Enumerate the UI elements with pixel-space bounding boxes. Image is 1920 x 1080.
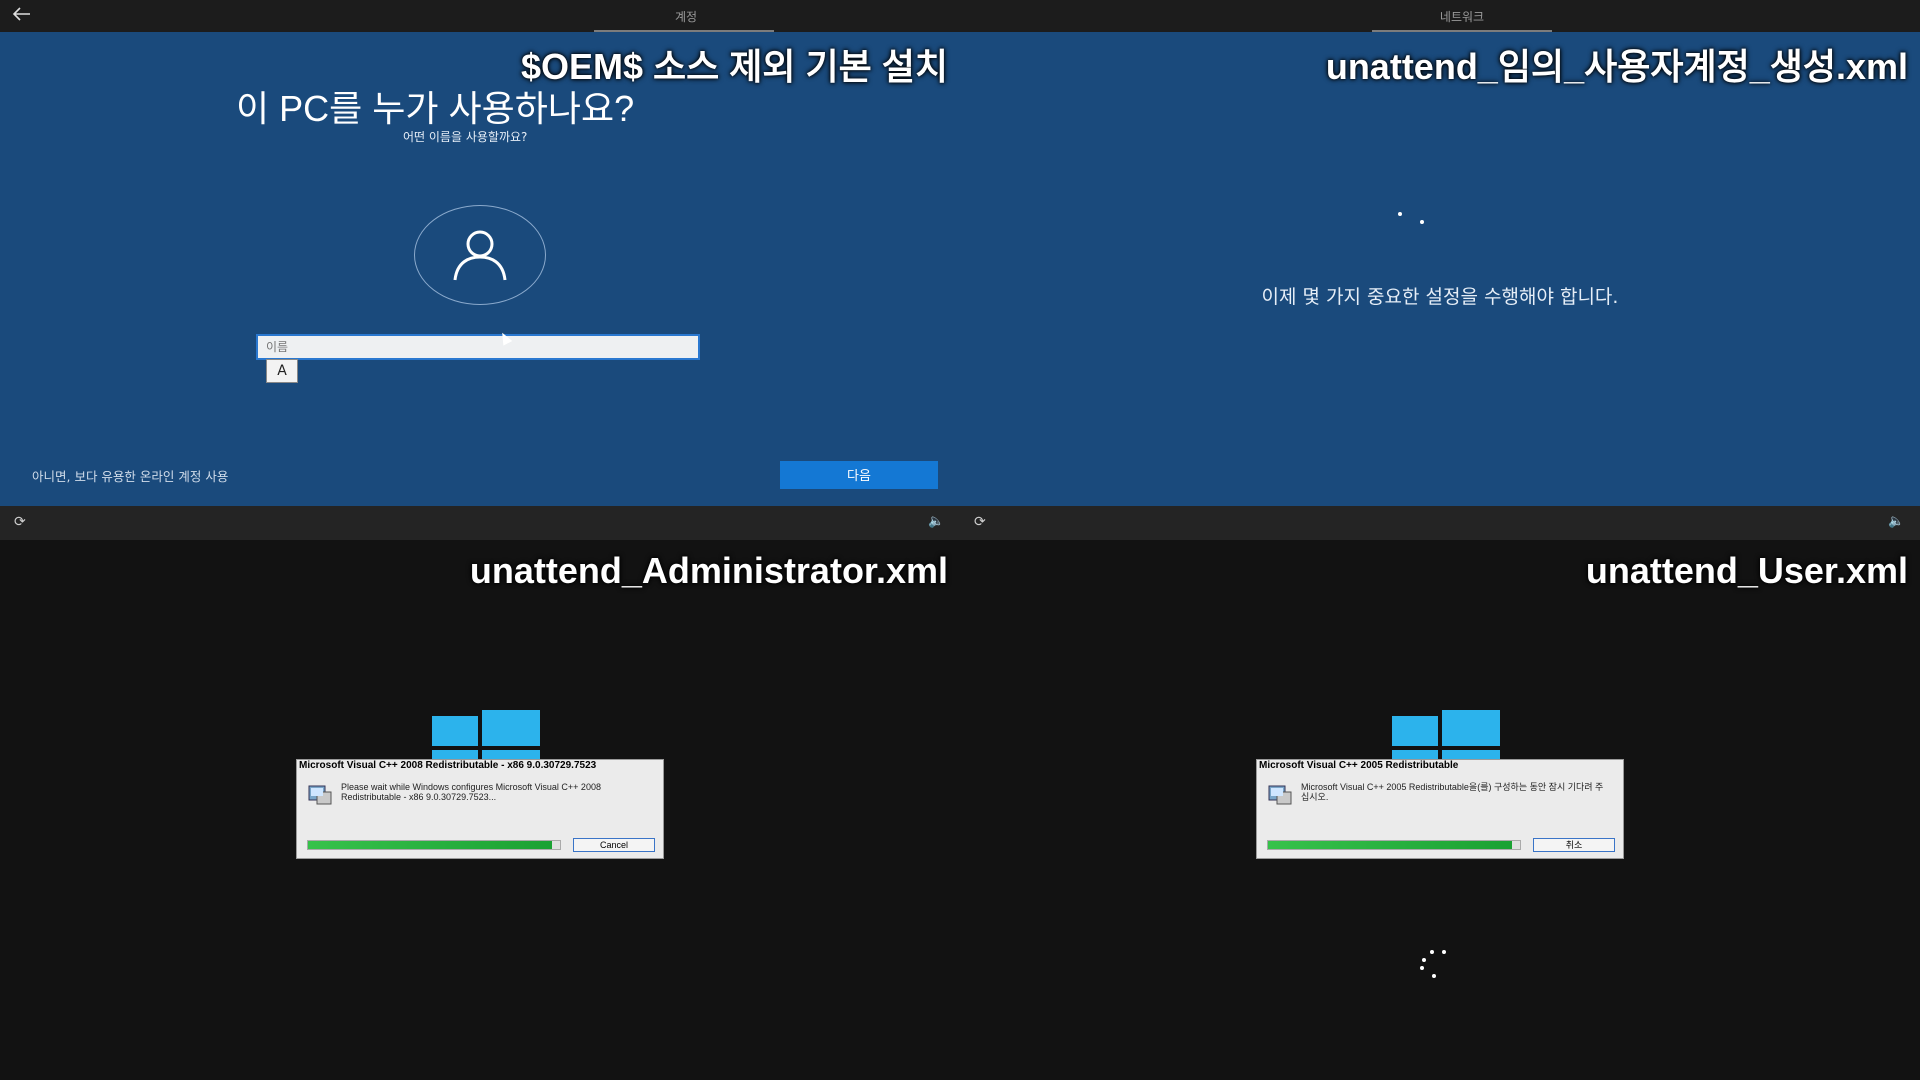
tab-account: 계정 [674, 10, 698, 24]
overlay-title: unattend_User.xml [1585, 550, 1908, 591]
ease-of-access-icon[interactable]: ⟳ [974, 514, 986, 530]
dialog-title: Microsoft Visual C++ 2005 Redistributabl… [1259, 760, 1459, 771]
tab-indicator [594, 30, 774, 32]
back-arrow-icon[interactable] [12, 6, 34, 26]
setup-message: 이제 몇 가지 중요한 설정을 수행해야 합니다. [1261, 286, 1619, 308]
loading-spinner-icon [1418, 950, 1448, 980]
quadrant-oobe-account: 계정 $OEM$ 소스 제외 기본 설치 이 PC를 누가 사용하나요? 어떤 … [0, 0, 960, 540]
cancel-button[interactable]: 취소 [1533, 838, 1615, 852]
overlay-title: unattend_Administrator.xml [469, 550, 948, 591]
dialog-message: Microsoft Visual C++ 2005 Redistributabl… [1301, 782, 1604, 802]
avatar [414, 205, 546, 305]
volume-icon[interactable]: 🔈 [1888, 514, 1904, 529]
tab-indicator [1372, 30, 1552, 32]
user-avatar-icon [453, 230, 507, 281]
oobe-top-bar: 네트워크 [960, 0, 1920, 32]
cancel-button[interactable]: Cancel [573, 838, 655, 852]
dialog-title: Microsoft Visual C++ 2008 Redistributabl… [299, 760, 597, 771]
online-account-link[interactable]: 아니면, 보다 유용한 온라인 계정 사용 [32, 466, 228, 485]
progress-bar [307, 840, 561, 850]
quadrant-oobe-setup: 네트워크 unattend_임의_사용자계정_생성.xml 이제 몇 가지 중요… [960, 0, 1920, 540]
oobe-bottom-bar: ⟳ 🔈 ⟳ 🔈 [0, 506, 1920, 540]
ease-of-access-icon[interactable]: ⟳ [14, 514, 26, 530]
quadrant-user-install: unattend_User.xml Microsoft Visual C++ 2… [960, 540, 1920, 1080]
ime-mode-indicator[interactable]: A [266, 359, 298, 383]
installer-dialog: Microsoft Visual C++ 2005 Redistributabl… [1256, 759, 1624, 859]
next-button[interactable]: 다음 [780, 461, 938, 489]
oobe-top-bar: 계정 [0, 0, 960, 32]
dialog-message: Please wait while Windows configures Mic… [341, 782, 601, 802]
name-input[interactable] [256, 334, 700, 360]
installer-icon [1267, 782, 1293, 806]
installer-icon [307, 782, 333, 806]
tab-network: 네트워크 [1439, 10, 1485, 24]
volume-icon[interactable]: 🔈 [928, 514, 944, 529]
page-title: 이 PC를 누가 사용하나요? [236, 88, 635, 129]
quadrant-administrator-install: unattend_Administrator.xml Microsoft Vis… [0, 540, 960, 1080]
loading-spinner-icon [1398, 210, 1428, 230]
overlay-title: unattend_임의_사용자계정_생성.xml [1325, 46, 1908, 87]
installer-dialog: Microsoft Visual C++ 2008 Redistributabl… [296, 759, 664, 859]
page-subtitle: 어떤 이름을 사용할까요? [403, 130, 528, 144]
progress-bar [1267, 840, 1521, 850]
